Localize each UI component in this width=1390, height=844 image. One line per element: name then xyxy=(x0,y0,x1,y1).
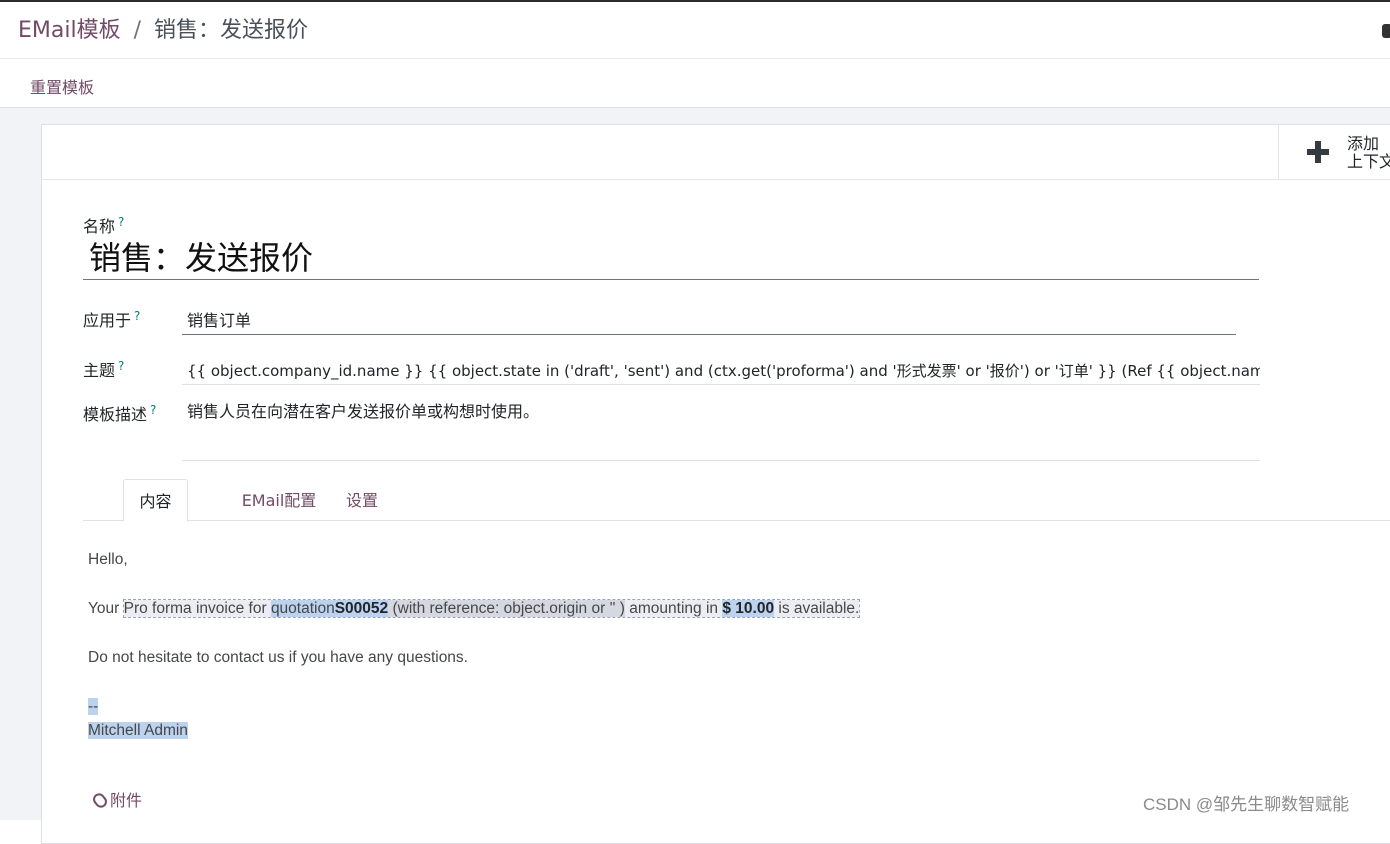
help-icon[interactable]: ? xyxy=(118,215,124,229)
description-label: 模板描述? xyxy=(83,402,157,424)
breadcrumb-current: 销售：发送报价 xyxy=(154,18,309,43)
add-context-button[interactable]: 添加 上下文 xyxy=(1278,125,1390,180)
subject-input[interactable]: {{ object.company_id.name }} {{ object.s… xyxy=(182,357,1260,385)
name-input[interactable]: 销售：发送报价 xyxy=(83,237,1259,280)
contact-line: Do not hesitate to contact us if you hav… xyxy=(88,649,468,666)
watermark: CSDN @邹先生聊数智赋能 xyxy=(1143,795,1350,814)
breadcrumb: EMail模板 / 销售：发送报价 xyxy=(18,16,308,46)
plus-icon xyxy=(1307,141,1329,163)
control-panel: EMail模板 / 销售：发送报价 重置模板 xyxy=(0,2,1390,108)
tab-email-config[interactable]: EMail配置 xyxy=(233,479,325,521)
reset-template-button[interactable]: 重置模板 xyxy=(30,74,94,98)
control-panel-divider xyxy=(0,58,1390,59)
notebook-tabs: 内容 EMail配置 设置 xyxy=(83,479,1390,522)
help-icon[interactable]: ? xyxy=(134,309,140,323)
description-input[interactable]: 销售人员在向潜在客户发送报价单或构想时使用。 xyxy=(182,401,1260,461)
gear-icon[interactable] xyxy=(1382,24,1390,38)
attachments-link[interactable]: 附件 xyxy=(90,787,142,811)
button-box: 添加 上下文 xyxy=(42,125,1390,180)
greeting-line: Hello, xyxy=(88,551,128,568)
name-label: 名称? xyxy=(83,214,125,236)
form-sheet: 添加 上下文 名称? 销售：发送报价 应用于? 销售订单 主题? {{ obje… xyxy=(41,124,1390,844)
help-icon[interactable]: ? xyxy=(118,359,124,373)
add-context-label: 添加 上下文 xyxy=(1347,134,1390,171)
signature-dash: -- xyxy=(88,698,99,715)
subject-label: 主题? xyxy=(83,358,125,380)
apply-to-label: 应用于? xyxy=(83,308,141,330)
help-icon[interactable]: ? xyxy=(150,403,156,417)
dynamic-placeholder-block[interactable]: Pro forma invoice for quotationS00052 (w… xyxy=(122,599,861,618)
apply-to-field[interactable]: 销售订单 xyxy=(182,307,1236,335)
tab-settings[interactable]: 设置 xyxy=(337,479,387,521)
paperclip-icon xyxy=(90,790,110,811)
breadcrumb-parent-link[interactable]: EMail模板 xyxy=(18,18,121,43)
signature-name: Mitchell Admin xyxy=(88,722,188,739)
tab-content[interactable]: 内容 xyxy=(123,479,188,522)
breadcrumb-separator: / xyxy=(133,18,142,43)
invoice-line: Your Pro forma invoice for quotationS000… xyxy=(88,599,861,618)
